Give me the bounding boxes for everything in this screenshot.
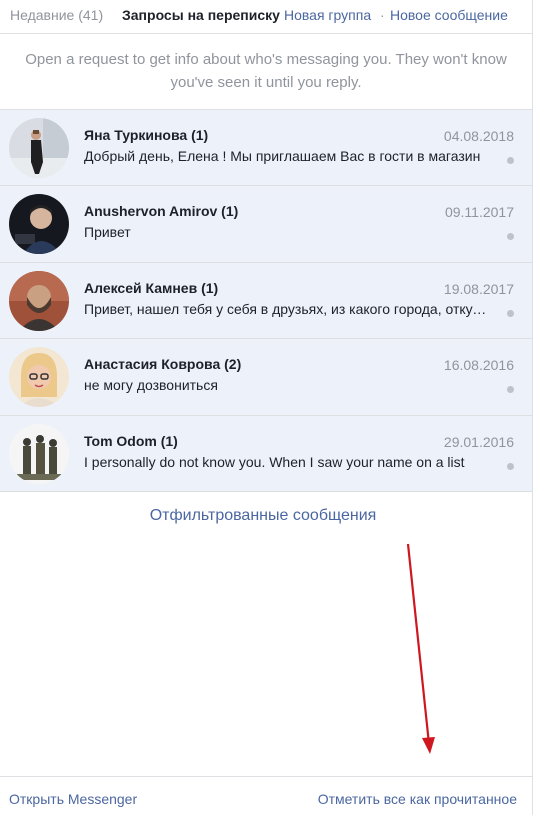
mark-read-dot-icon[interactable] [507, 233, 514, 241]
thread-preview: I personally do not know you. When I saw… [84, 453, 465, 470]
mark-read-dot-icon[interactable] [507, 157, 514, 164]
filtered-messages-link[interactable]: Отфильтрованные сообщения [0, 507, 526, 525]
thread-row[interactable]: Анастасия Коврова (2) 16.08.2016 не могу… [0, 339, 532, 416]
person-photo-avatar [9, 194, 69, 255]
red-arrow-annotation-icon [406, 543, 435, 754]
requests-info-notice: Open a request to get info about who's m… [25, 51, 507, 91]
person-photo-avatar [9, 118, 69, 178]
thread-row[interactable]: Алексей Камнев (1) 19.08.2017 Привет, на… [0, 262, 532, 340]
thread-sender-name: Tom Odom (1) [84, 432, 178, 449]
tab-recent[interactable]: Недавние (41) [10, 7, 103, 23]
panel-footer: Открыть Messenger Отметить все как прочи… [0, 776, 532, 815]
open-messenger-link[interactable]: Открыть Messenger [9, 791, 137, 807]
thread-row[interactable]: Anushervon Amirov (1) 09.11.2017 Привет [0, 186, 532, 263]
panel-header: Недавние (41) Запросы на переписку Новая… [0, 0, 532, 34]
thread-row[interactable]: Tom Odom (1) 29.01.2016 I personally do … [0, 415, 532, 492]
thread-date: 19.08.2017 [443, 280, 514, 297]
thread-date: 16.08.2016 [443, 357, 514, 374]
new-message-link[interactable]: Новое сообщение [390, 7, 508, 23]
messenger-dropdown-panel: Недавние (41) Запросы на переписку Новая… [0, 0, 533, 815]
thread-date: 09.11.2017 [444, 204, 514, 221]
thread-sender-name: Анастасия Коврова (2) [84, 356, 242, 373]
thread-preview: не могу дозвониться [84, 377, 218, 394]
new-group-link[interactable]: Новая группа [284, 7, 371, 23]
tab-message-requests[interactable]: Запросы на переписку [122, 7, 280, 23]
thread-sender-name: Anushervon Amirov (1) [84, 203, 239, 220]
thread-preview: Привет, нашел тебя у себя в друзьях, из … [84, 300, 488, 317]
mark-read-dot-icon[interactable] [507, 386, 514, 394]
mark-read-dot-icon[interactable] [507, 462, 514, 470]
thread-date: 29.01.2016 [443, 433, 514, 450]
thread-preview: Добрый день, Елена ! Мы приглашаем Вас в… [84, 148, 481, 164]
mark-all-read-link[interactable]: Отметить все как прочитанное [318, 791, 517, 807]
request-thread-list: Яна Туркинова (1) 04.08.2018 Добрый день… [0, 109, 532, 492]
thread-row[interactable]: Яна Туркинова (1) 04.08.2018 Добрый день… [0, 110, 532, 187]
statue-photo-avatar [9, 423, 69, 484]
thread-date: 04.08.2018 [443, 128, 514, 144]
header-separator: · [380, 7, 385, 23]
mark-read-dot-icon[interactable] [507, 309, 514, 317]
person-photo-avatar [9, 347, 69, 408]
person-photo-avatar [9, 270, 69, 331]
thread-preview: Привет [84, 224, 131, 241]
thread-sender-name: Алексей Камнев (1) [84, 279, 219, 296]
thread-sender-name: Яна Туркинова (1) [84, 127, 209, 143]
